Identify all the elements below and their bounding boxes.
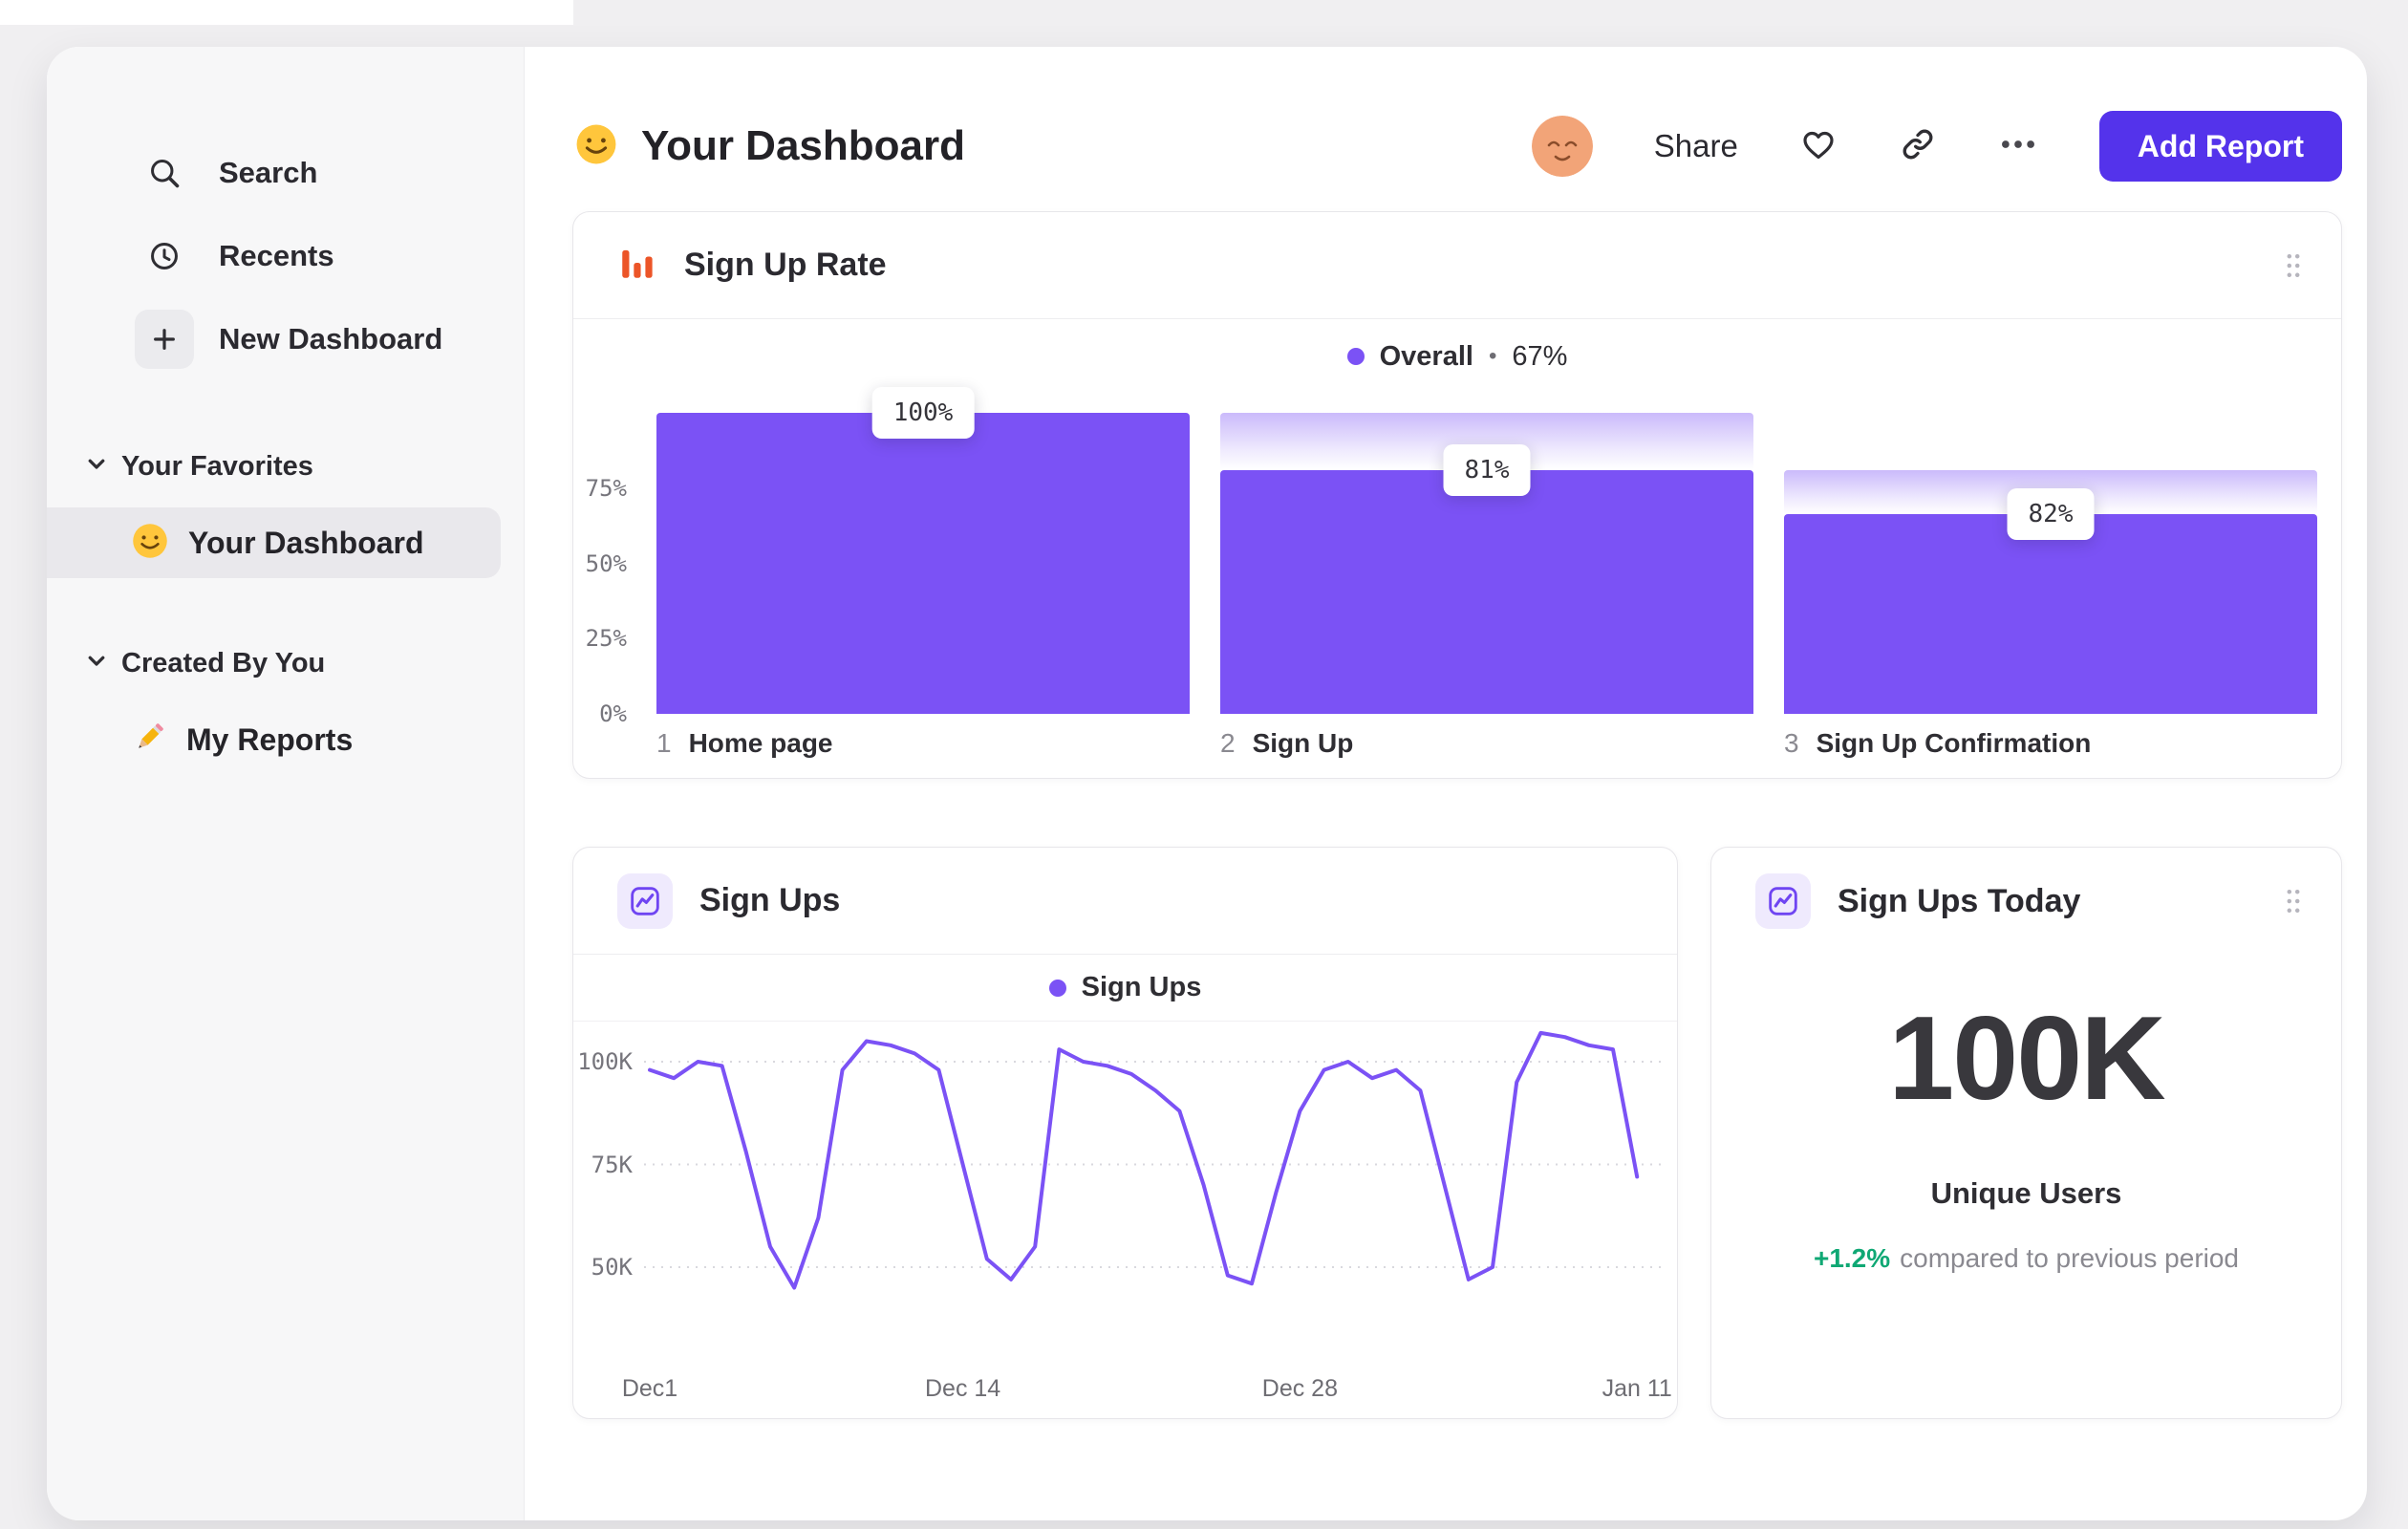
sidebar-item-your-dashboard[interactable]: Your Dashboard	[47, 507, 501, 578]
metric-caption: Unique Users	[1930, 1176, 2122, 1210]
sidebar-item-recents[interactable]: Recents	[47, 218, 524, 294]
sidebar-item-label: Search	[219, 156, 318, 189]
page-title: Your Dashboard	[641, 122, 966, 169]
metric-delta-value: +1.2%	[1813, 1243, 1891, 1273]
funnel-bar[interactable]	[656, 413, 1190, 714]
metric-value: 100K	[1888, 993, 2165, 1125]
header-actions: Share Add Report	[1531, 111, 2342, 182]
drag-handle-icon[interactable]	[2284, 252, 2303, 279]
chevron-down-icon	[85, 650, 108, 678]
legend-value: 67%	[1512, 340, 1568, 372]
avatar[interactable]	[1531, 116, 1593, 177]
sidebar-item-label: Recents	[219, 239, 334, 272]
pencil-icon	[131, 720, 167, 761]
funnel-value-chip: 81%	[1443, 443, 1531, 496]
axis-tick-label: 0%	[599, 700, 627, 727]
funnel-value-chip: 100%	[871, 387, 975, 439]
axis-tick-label: 25%	[585, 625, 627, 653]
sidebar: Search Recents New Dashboard Your Favori…	[47, 47, 525, 1520]
line-chart-icon	[1755, 873, 1811, 929]
axis-tick-label: Dec 28	[1261, 1375, 1338, 1402]
funnel-column: 82%	[1784, 413, 2317, 714]
top-edge-artifact	[0, 0, 573, 25]
created-section-header[interactable]: Created By You	[47, 637, 524, 689]
funnel-value-chip: 82%	[2007, 487, 2095, 540]
heart-icon[interactable]	[1799, 125, 1838, 168]
main-content: Your Dashboard Share Add Report Sign Up …	[525, 47, 2367, 1520]
funnel-bar[interactable]	[1220, 469, 1753, 714]
funnel-step-label: 3 Sign Up Confirmation	[1784, 728, 2092, 758]
share-button[interactable]: Share	[1654, 128, 1738, 164]
axis-tick-label: 50%	[585, 549, 627, 577]
more-options-icon[interactable]	[1998, 124, 2038, 169]
section-title: Created By You	[121, 647, 326, 678]
funnel-chart-icon	[617, 243, 657, 288]
axis-tick-label: Dec 14	[924, 1375, 1001, 1402]
signups-yaxis: 100K 75K 50K	[573, 1025, 633, 1379]
axis-tick-label: Jan 11	[1602, 1375, 1672, 1402]
funnel-legend[interactable]: Overall • 67%	[573, 325, 2341, 388]
axis-tick-label: 100K	[577, 1048, 633, 1075]
smiley-icon	[131, 522, 169, 565]
card-title: Sign Ups Today	[1838, 882, 2081, 919]
smiley-icon	[574, 122, 618, 171]
card-title: Sign Up Rate	[684, 247, 887, 283]
clock-icon	[135, 226, 194, 286]
metric-delta-note: compared to previous period	[1900, 1243, 2240, 1273]
metric-delta: +1.2% compared to previous period	[1711, 1243, 2341, 1274]
funnel-yaxis: 75% 50% 25% 0%	[573, 413, 638, 727]
card-title: Sign Ups	[699, 882, 841, 918]
legend-dot	[1346, 348, 1365, 365]
funnel-bar[interactable]	[1784, 513, 2317, 714]
drag-handle-icon[interactable]	[2284, 888, 2303, 915]
section-title: Your Favorites	[121, 450, 313, 482]
sidebar-item-my-reports[interactable]: My Reports	[47, 704, 501, 775]
dashboard-header: Your Dashboard Share Add Report	[574, 100, 2342, 192]
axis-tick-label: 75%	[585, 474, 627, 502]
line-chart-icon	[617, 872, 673, 929]
funnel-column: 100%	[656, 387, 1190, 714]
funnel-step-label: 2 Sign Up	[1220, 728, 1354, 758]
card-header: Sign Up Rate	[573, 212, 2341, 319]
axis-tick-label: 75K	[591, 1151, 633, 1178]
sidebar-item-label: Your Dashboard	[188, 525, 424, 560]
funnel-columns: 100% 81% 82%	[656, 387, 2317, 714]
axis-tick-label: Dec1	[621, 1375, 678, 1402]
legend-dot	[1048, 979, 1066, 997]
link-icon[interactable]	[1899, 125, 1937, 168]
signups-line-svg	[644, 1030, 1666, 1290]
legend-label: Overall	[1379, 340, 1473, 372]
signups-legend[interactable]: Sign Ups	[573, 955, 1677, 1022]
funnel-step-label: 1 Home page	[656, 728, 833, 758]
chevron-down-icon	[85, 453, 108, 481]
card-header: Sign Ups	[573, 848, 1677, 955]
sidebar-item-new-dashboard[interactable]: New Dashboard	[47, 301, 524, 377]
funnel-xaxis: 1 Home page 2 Sign Up 3 Sign Up Confirmation	[656, 728, 2317, 759]
signups-line	[648, 1030, 1640, 1290]
favorites-section-header[interactable]: Your Favorites	[47, 441, 524, 492]
axis-tick-label: 50K	[591, 1254, 633, 1281]
signups-xaxis: Dec1 Dec 14 Dec 28 Jan 11	[622, 1375, 1672, 1413]
search-icon	[135, 143, 194, 203]
sidebar-item-search[interactable]: Search	[47, 135, 524, 211]
add-report-button[interactable]: Add Report	[2098, 111, 2342, 182]
sidebar-item-label: New Dashboard	[219, 322, 443, 355]
card-header: Sign Ups Today	[1711, 848, 2341, 955]
sign-up-rate-card: Sign Up Rate Overall • 67% 75% 50% 25% 0% 1…	[572, 211, 2342, 779]
app-window: Search Recents New Dashboard Your Favori…	[47, 47, 2367, 1520]
legend-label: Sign Ups	[1081, 972, 1202, 1002]
funnel-column: 81%	[1220, 413, 1753, 714]
sidebar-item-label: My Reports	[186, 721, 354, 757]
legend-separator: •	[1488, 343, 1497, 369]
sign-ups-card: Sign Ups Sign Ups 100K 75K 50K Dec1 Dec 14 D…	[572, 847, 1678, 1419]
sign-ups-today-card: Sign Ups Today 100K Unique Users +1.2% co…	[1710, 847, 2342, 1419]
plus-icon	[135, 310, 194, 369]
